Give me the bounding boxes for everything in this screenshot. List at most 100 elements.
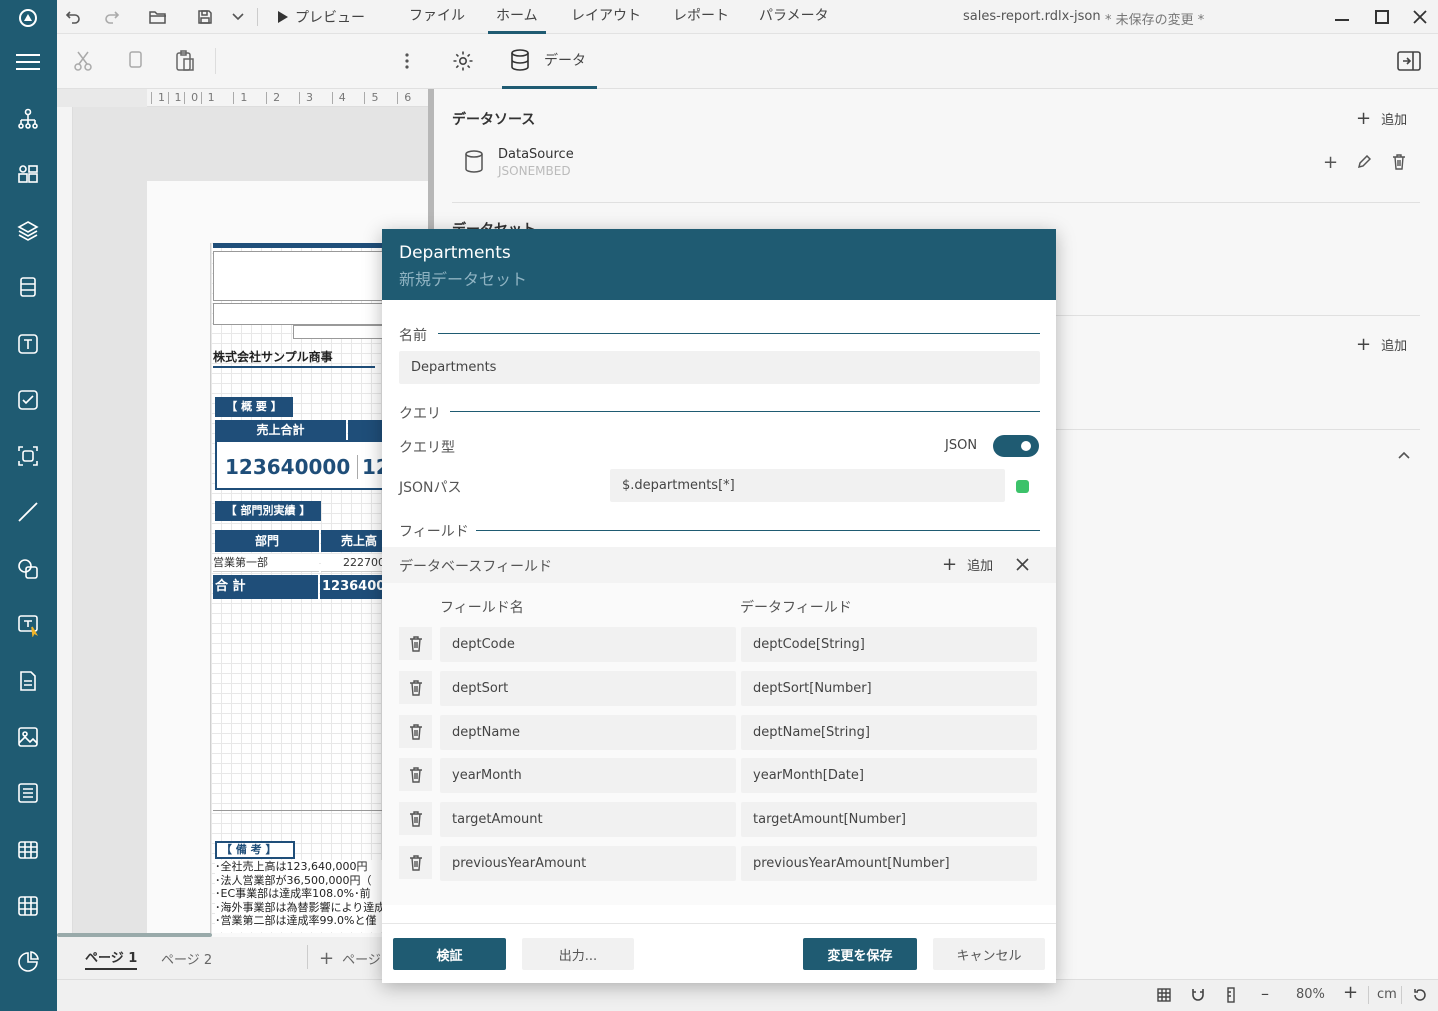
delete-field-trash-icon[interactable] (399, 846, 432, 879)
field-name-input[interactable] (440, 715, 736, 750)
menu-report[interactable]: レポート (673, 0, 729, 34)
page-tabs: ページ 1 ページ 2 + ページ (57, 937, 433, 979)
hierarchy-icon[interactable] (10, 101, 46, 137)
image-icon[interactable] (10, 719, 46, 755)
undo-icon[interactable] (62, 6, 84, 28)
field-name-input[interactable] (440, 758, 736, 793)
toolbar: データ (57, 34, 1438, 89)
hamburger-menu-icon[interactable] (10, 44, 46, 80)
tab-data[interactable]: データ (502, 34, 597, 89)
components-icon[interactable] (10, 157, 46, 193)
chart-icon[interactable] (10, 944, 46, 980)
data-field-input[interactable] (741, 715, 1037, 750)
fields-table: フィールド名 データフィールド (382, 583, 1056, 905)
clear-fields-close-icon[interactable] (1016, 558, 1029, 571)
add-datasource-button[interactable]: + 追加 (1356, 109, 1407, 128)
datasource-name[interactable]: DataSource (498, 147, 574, 162)
cut-icon[interactable] (73, 50, 93, 72)
list-icon[interactable] (10, 775, 46, 811)
open-folder-icon[interactable] (147, 6, 169, 28)
name-label: 名前 (399, 328, 427, 344)
reset-zoom-icon[interactable] (1412, 987, 1428, 1003)
zoom-in-icon[interactable]: + (1343, 982, 1358, 1003)
ruler-tick: 3 (298, 92, 332, 104)
add-dataset-icon[interactable]: + (1323, 152, 1338, 173)
app-logo-icon (12, 6, 44, 30)
divider (257, 8, 258, 26)
table-icon[interactable] (10, 832, 46, 868)
line-icon[interactable] (10, 494, 46, 530)
container-icon[interactable] (10, 438, 46, 474)
data-field-input[interactable] (741, 846, 1037, 881)
layers-icon[interactable] (10, 213, 46, 249)
unit-selector[interactable]: cm (1377, 987, 1397, 1002)
zoom-out-icon[interactable]: – (1261, 984, 1269, 1003)
field-row (382, 758, 1056, 793)
field-name-input[interactable] (440, 671, 736, 706)
edit-pencil-icon[interactable] (1357, 155, 1371, 169)
database-icon (511, 49, 529, 71)
ruler-tick: 1 (200, 92, 234, 104)
data-field-input[interactable] (741, 627, 1037, 662)
export-button[interactable]: 出力... (522, 938, 634, 970)
delete-field-trash-icon[interactable] (399, 715, 432, 748)
datasource-title: データソース (452, 112, 536, 128)
ruler-toggle-icon[interactable] (1227, 987, 1235, 1003)
field-row (382, 627, 1056, 662)
maximize-icon[interactable] (1371, 6, 1393, 28)
add-field-button[interactable]: + 追加 (942, 555, 993, 574)
validate-button[interactable]: 検証 (393, 938, 506, 970)
add-page-button[interactable]: + ページ (319, 949, 381, 968)
save-changes-button[interactable]: 変更を保存 (803, 938, 917, 970)
sales-total-label: 売上合計 (215, 420, 347, 440)
chevron-up-icon[interactable] (1398, 451, 1410, 459)
delete-field-trash-icon[interactable] (399, 758, 432, 791)
field-name-input[interactable] (440, 802, 736, 837)
more-vertical-icon[interactable] (404, 52, 410, 70)
settings-gear-icon[interactable] (452, 50, 474, 72)
menu-layout[interactable]: レイアウト (571, 0, 641, 34)
tab-page-1[interactable]: ページ 1 (85, 947, 138, 970)
delete-field-trash-icon[interactable] (399, 627, 432, 660)
delete-field-trash-icon[interactable] (399, 802, 432, 835)
db-fields-header: データベースフィールド + 追加 (382, 547, 1056, 583)
data-field-input[interactable] (741, 802, 1037, 837)
menu-file[interactable]: ファイル (409, 0, 465, 34)
menu-parameters[interactable]: パラメータ (759, 0, 829, 34)
data-field-input[interactable] (741, 671, 1037, 706)
tablix-icon[interactable] (10, 888, 46, 924)
copy-icon[interactable] (127, 50, 145, 72)
add-dataset-button[interactable]: + 追加 (1356, 335, 1407, 354)
minimize-icon[interactable] (1331, 6, 1353, 28)
delete-field-trash-icon[interactable] (399, 671, 432, 704)
redo-icon[interactable] (101, 6, 123, 28)
shape-icon[interactable] (10, 551, 46, 587)
play-icon (278, 11, 288, 23)
zoom-level[interactable]: 80% (1296, 987, 1325, 1002)
paste-icon[interactable] (175, 50, 195, 72)
grid-icon[interactable] (1157, 988, 1171, 1002)
data-field-input[interactable] (741, 758, 1037, 793)
total-label: 合 計 (213, 575, 319, 599)
close-icon[interactable] (1409, 6, 1431, 28)
name-input[interactable] (399, 351, 1040, 384)
menu-home[interactable]: ホーム (488, 0, 546, 34)
textbox-list-icon[interactable] (10, 269, 46, 305)
form-field-icon[interactable] (10, 607, 46, 643)
query-type-toggle[interactable] (993, 435, 1039, 457)
field-name-input[interactable] (440, 627, 736, 662)
checkbox-icon[interactable] (10, 382, 46, 418)
vertical-ruler (57, 107, 73, 937)
json-path-input[interactable] (610, 469, 1005, 502)
chevron-down-icon[interactable] (227, 6, 249, 28)
tab-page-2[interactable]: ページ 2 (161, 949, 212, 968)
cancel-button[interactable]: キャンセル (933, 938, 1045, 970)
magnet-icon[interactable] (1191, 988, 1205, 1002)
preview-button[interactable]: プレビュー (277, 0, 365, 34)
collapse-panel-icon[interactable] (1397, 51, 1421, 71)
text-box-icon[interactable] (10, 326, 46, 362)
subreport-icon[interactable] (10, 663, 46, 699)
save-icon[interactable] (194, 6, 216, 28)
field-name-input[interactable] (440, 846, 736, 881)
delete-trash-icon[interactable] (1392, 154, 1406, 170)
